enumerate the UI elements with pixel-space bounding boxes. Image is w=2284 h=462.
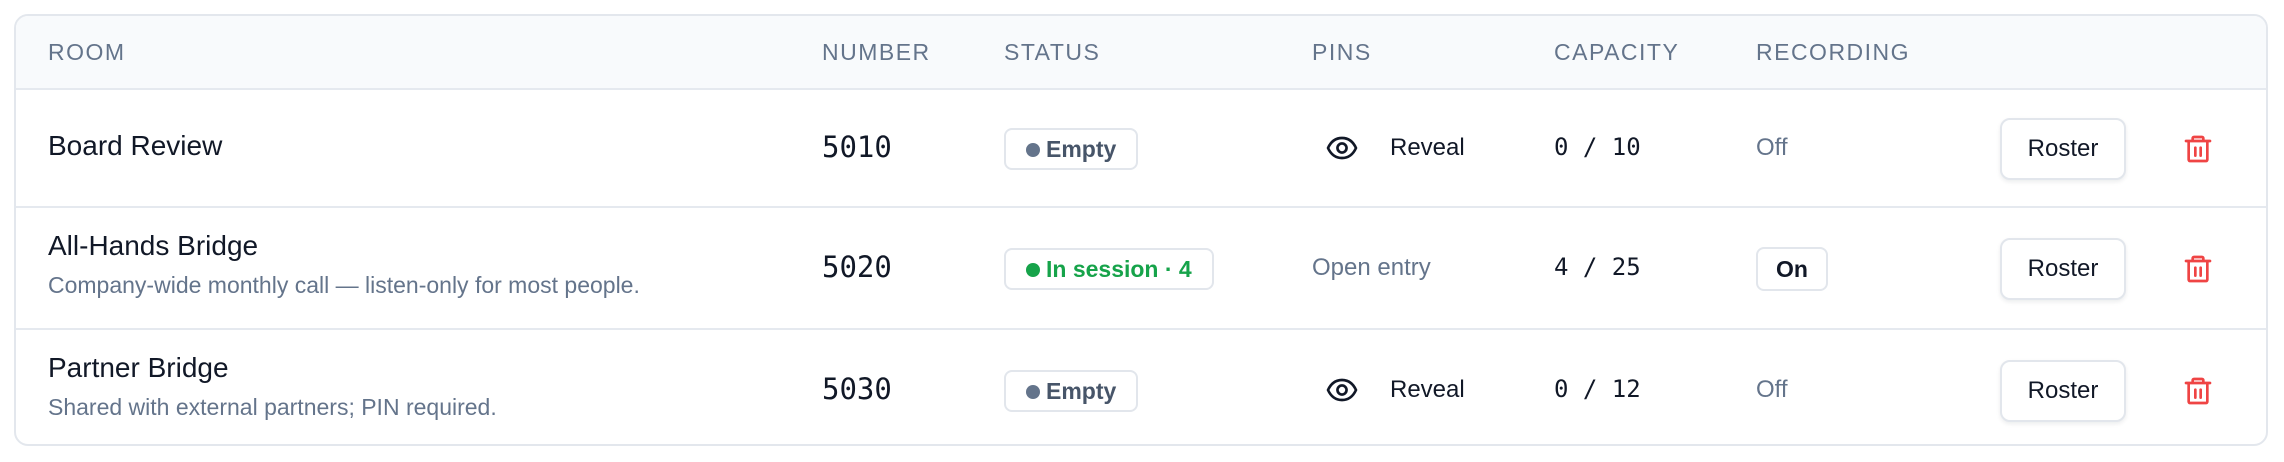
table-row: Board Review 5010 Empty Reveal 0 / 10 Of… — [16, 90, 2266, 208]
room-description: Shared with external partners; PIN requi… — [48, 394, 497, 420]
eye-icon — [1326, 136, 1358, 160]
recording-status: Off — [1756, 134, 1788, 161]
reveal-pin-button[interactable]: Reveal — [1326, 370, 1476, 410]
column-header-pins: PINS — [1312, 39, 1372, 65]
capacity-value: 4 / 25 — [1554, 253, 1641, 281]
status-label: Empty — [1046, 378, 1117, 404]
status-dot-icon — [1026, 143, 1040, 157]
room-description: Company-wide monthly call — listen-only … — [48, 272, 640, 298]
recording-status: Off — [1756, 376, 1788, 403]
reveal-label: Reveal — [1390, 376, 1465, 403]
roster-button[interactable]: Roster — [2000, 238, 2126, 300]
column-header-room: ROOM — [48, 39, 126, 65]
table-header: ROOM NUMBER STATUS PINS CAPACITY RECORDI… — [16, 16, 2266, 90]
status-label: Empty — [1046, 136, 1117, 162]
table-row: Partner Bridge Shared with external part… — [16, 330, 2266, 444]
status-badge: In session · 4 — [1004, 248, 1214, 290]
column-header-status: STATUS — [1004, 39, 1101, 65]
room-number: 5020 — [822, 250, 892, 284]
roster-button[interactable]: Roster — [2000, 118, 2126, 180]
capacity-value: 0 / 12 — [1554, 375, 1641, 403]
room-name: All-Hands Bridge — [48, 230, 259, 261]
status-badge: Empty — [1004, 128, 1139, 170]
reveal-label: Reveal — [1390, 134, 1465, 161]
pin-mode-text: Open entry — [1312, 254, 1431, 281]
status-dot-icon — [1026, 385, 1040, 399]
reveal-pin-button[interactable]: Reveal — [1326, 128, 1476, 168]
trash-icon[interactable] — [2182, 375, 2214, 407]
room-number: 5010 — [822, 130, 892, 164]
capacity-value: 0 / 10 — [1554, 133, 1641, 161]
column-header-recording: RECORDING — [1756, 39, 1911, 65]
column-header-number: NUMBER — [822, 39, 931, 65]
room-name: Board Review — [48, 130, 223, 161]
table-row: All-Hands Bridge Company-wide monthly ca… — [16, 208, 2266, 330]
status-dot-icon — [1026, 263, 1040, 277]
status-label: In session · 4 — [1046, 256, 1192, 282]
roster-button[interactable]: Roster — [2000, 360, 2126, 422]
rooms-table: ROOM NUMBER STATUS PINS CAPACITY RECORDI… — [14, 14, 2268, 446]
trash-icon[interactable] — [2182, 253, 2214, 285]
room-number: 5030 — [822, 372, 892, 406]
trash-icon[interactable] — [2182, 133, 2214, 165]
eye-icon — [1326, 378, 1358, 402]
recording-on-badge: On — [1756, 247, 1828, 291]
room-name: Partner Bridge — [48, 352, 229, 383]
column-header-capacity: CAPACITY — [1554, 39, 1680, 65]
status-badge: Empty — [1004, 370, 1139, 412]
